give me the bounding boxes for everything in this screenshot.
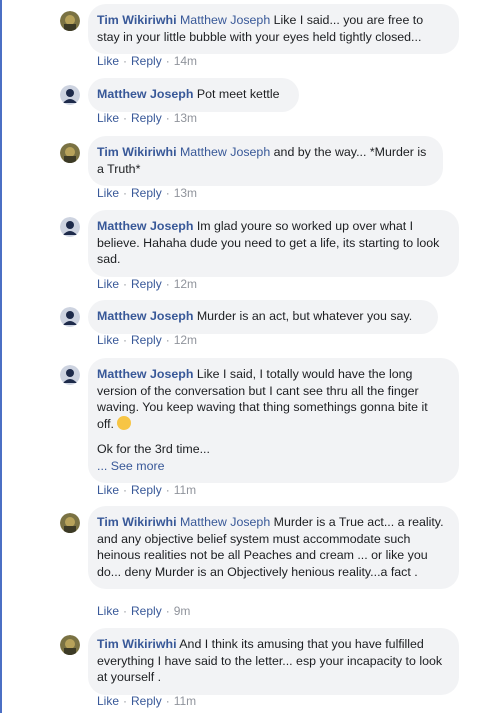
reply-link[interactable]: Reply <box>131 277 162 291</box>
comment-author[interactable]: Tim Wikiriwhi <box>97 13 177 27</box>
see-more-link[interactable]: ... See more <box>97 458 447 475</box>
separator: · <box>165 483 170 497</box>
comment-author[interactable]: Matthew Joseph <box>97 87 193 101</box>
comment-actions: Like · Reply · 12m <box>97 277 197 291</box>
thread-line <box>0 0 2 713</box>
comment-text: Pot meet kettle <box>193 87 280 101</box>
like-link[interactable]: Like <box>97 186 119 200</box>
reply-link[interactable]: Reply <box>131 604 162 618</box>
like-link[interactable]: Like <box>97 694 119 708</box>
reply-link[interactable]: Reply <box>131 694 162 708</box>
comment-time[interactable]: 11m <box>174 694 196 708</box>
comment-actions: Like · Reply · 9m <box>97 604 190 618</box>
separator: · <box>165 333 170 347</box>
comment-author[interactable]: Tim Wikiriwhi <box>97 145 177 159</box>
separator: · <box>165 186 170 200</box>
comment-time[interactable]: 12m <box>174 333 197 347</box>
comment-mention[interactable]: Matthew Joseph <box>180 145 270 159</box>
comment-bubble: Tim Wikiriwhi And I think its amusing th… <box>88 628 459 695</box>
separator: · <box>165 54 170 68</box>
like-link[interactable]: Like <box>97 111 119 125</box>
comment-bubble: Tim Wikiriwhi Matthew Joseph and by the … <box>88 136 443 186</box>
like-link[interactable]: Like <box>97 483 119 497</box>
comment-time[interactable]: 12m <box>174 277 197 291</box>
separator: · <box>123 483 128 497</box>
separator: · <box>165 604 170 618</box>
comment-actions: Like · Reply · 14m <box>97 54 197 68</box>
comment-mention[interactable]: Matthew Joseph <box>180 515 270 529</box>
comment-author[interactable]: Tim Wikiriwhi <box>97 637 177 651</box>
avatar-matthew[interactable] <box>60 85 80 105</box>
avatar-tim[interactable] <box>60 11 80 31</box>
separator: · <box>165 111 170 125</box>
comment-mention[interactable]: Matthew Joseph <box>180 13 270 27</box>
comment-actions: Like · Reply · 11m <box>97 483 196 497</box>
separator: · <box>123 277 128 291</box>
comment-text: Murder is an act, but whatever you say. <box>193 309 413 323</box>
avatar-matthew[interactable] <box>60 307 80 327</box>
like-link[interactable]: Like <box>97 604 119 618</box>
comment-author[interactable]: Tim Wikiriwhi <box>97 515 177 529</box>
reply-link[interactable]: Reply <box>131 111 162 125</box>
comment-text-continued: Ok for the 3rd time... <box>97 442 210 456</box>
separator: · <box>123 604 128 618</box>
comment-time[interactable]: 13m <box>174 186 197 200</box>
comment-actions: Like · Reply · 11m <box>97 694 196 708</box>
separator: · <box>165 694 170 708</box>
comment-author[interactable]: Matthew Joseph <box>97 309 193 323</box>
comment-bubble: Tim Wikiriwhi Matthew Joseph Like I said… <box>88 4 459 54</box>
avatar-tim[interactable] <box>60 635 80 655</box>
comment-time[interactable]: 11m <box>174 483 196 497</box>
like-link[interactable]: Like <box>97 333 119 347</box>
comment-bubble: Matthew Joseph Murder is an act, but wha… <box>88 300 438 334</box>
separator: · <box>123 111 128 125</box>
separator: · <box>123 54 128 68</box>
comment-bubble: Matthew Joseph Im glad youre so worked u… <box>88 210 459 277</box>
comment-actions: Like · Reply · 13m <box>97 186 197 200</box>
avatar-tim[interactable] <box>60 143 80 163</box>
avatar-matthew[interactable] <box>60 365 80 385</box>
comment-bubble: Matthew Joseph Like I said, I totally wo… <box>88 358 459 483</box>
reply-link[interactable]: Reply <box>131 186 162 200</box>
comment-author[interactable]: Matthew Joseph <box>97 219 193 233</box>
comment-actions: Like · Reply · 13m <box>97 111 197 125</box>
separator: · <box>123 333 128 347</box>
reply-link[interactable]: Reply <box>131 483 162 497</box>
comment-actions: Like · Reply · 12m <box>97 333 197 347</box>
comment-time[interactable]: 14m <box>174 54 197 68</box>
separator: · <box>123 694 128 708</box>
separator: · <box>165 277 170 291</box>
comment-author[interactable]: Matthew Joseph <box>97 367 193 381</box>
comment-time[interactable]: 9m <box>174 604 191 618</box>
comment-bubble: Tim Wikiriwhi Matthew Joseph Murder is a… <box>88 506 459 589</box>
separator: · <box>123 186 128 200</box>
reply-link[interactable]: Reply <box>131 54 162 68</box>
like-link[interactable]: Like <box>97 277 119 291</box>
comment-bubble: Matthew Joseph Pot meet kettle <box>88 78 299 112</box>
comment-time[interactable]: 13m <box>174 111 197 125</box>
avatar-matthew[interactable] <box>60 217 80 237</box>
like-link[interactable]: Like <box>97 54 119 68</box>
avatar-tim[interactable] <box>60 513 80 533</box>
reply-link[interactable]: Reply <box>131 333 162 347</box>
smile-emoji-icon <box>117 415 132 430</box>
